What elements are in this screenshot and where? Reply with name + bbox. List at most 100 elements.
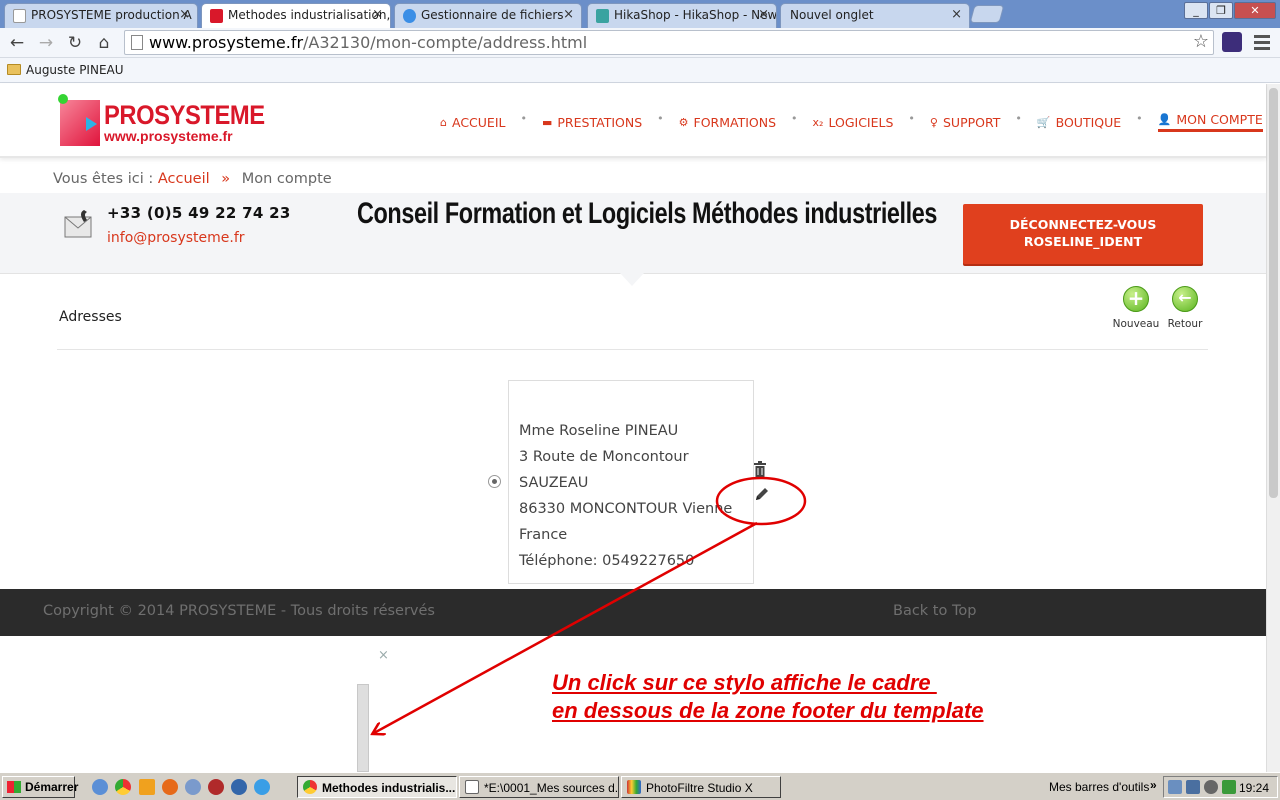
tray-app-icon[interactable]: [1222, 780, 1236, 794]
task-label: Methodes industrialis...: [322, 781, 456, 795]
trash-icon[interactable]: [753, 461, 767, 477]
office-quicklaunch-icon[interactable]: [139, 779, 155, 795]
forward-arrow-icon[interactable]: →: [35, 33, 57, 53]
prosysteme-favicon: [210, 9, 223, 23]
new-address-button[interactable]: + Nouveau: [1111, 286, 1161, 330]
scrollbar-thumb[interactable]: [1269, 88, 1278, 498]
app-quicklaunch-icon[interactable]: [185, 779, 201, 795]
toolbar-expand-icon[interactable]: »: [1150, 778, 1157, 792]
extension-icon[interactable]: [1222, 32, 1242, 52]
os-taskbar: Démarrer Methodes industrialis... *E:\00…: [0, 772, 1280, 800]
back-to-top-link[interactable]: Back to Top: [893, 603, 976, 619]
logout-button[interactable]: DÉCONNECTEZ-VOUS ROSELINE_IDENT: [963, 204, 1203, 264]
close-tab-icon[interactable]: ×: [372, 7, 383, 22]
breadcrumb-separator: »: [221, 171, 231, 187]
taskbar-item-chrome[interactable]: Methodes industrialis...: [297, 776, 457, 798]
pencil-icon[interactable]: [754, 486, 770, 502]
page-info-icon[interactable]: [131, 35, 143, 50]
home-icon: ⌂: [440, 115, 447, 129]
tab-title: HikaShop - HikaShop - New: [614, 8, 777, 22]
reload-icon[interactable]: ↻: [64, 33, 86, 53]
quicklaunch-app-icon[interactable]: [92, 779, 108, 795]
email-link[interactable]: info@prosysteme.fr: [107, 230, 245, 246]
app-quicklaunch-icon[interactable]: [208, 779, 224, 795]
network-icon[interactable]: [1168, 780, 1182, 794]
new-label: Nouveau: [1112, 318, 1160, 330]
media-quicklaunch-icon[interactable]: [231, 779, 247, 795]
page-scrollbar[interactable]: [1266, 84, 1280, 772]
home-page-icon[interactable]: ⌂: [93, 33, 115, 53]
tray-app-icon[interactable]: [1204, 780, 1218, 794]
add-icon: +: [1123, 286, 1149, 312]
banner-notch: [620, 273, 644, 286]
edit-panel-edge: [357, 684, 369, 772]
folder-icon: [7, 64, 21, 75]
nav-accueil[interactable]: ⌂ ACCUEIL: [440, 112, 505, 132]
logo-url: www.prosysteme.fr: [104, 128, 233, 144]
browser-tab-3[interactable]: Gestionnaire de fichiers ×: [394, 3, 582, 28]
logo-dot: [58, 94, 68, 104]
notepad-icon: [465, 780, 479, 794]
system-tray: 19:24: [1163, 776, 1278, 798]
browser-toolbar: ← → ↻ ⌂ www.prosysteme.fr/A32130/mon-com…: [0, 28, 1280, 58]
browser-tab-5[interactable]: Nouvel onglet ×: [780, 3, 970, 28]
page-icon: [13, 9, 26, 23]
nav-separator: •: [1136, 112, 1143, 125]
bookmark-star-icon[interactable]: ☆: [1193, 31, 1209, 52]
phone-number: +33 (0)5 49 22 74 23: [107, 204, 291, 222]
logo-brand: PROSYSTEME: [104, 100, 265, 130]
site-logo[interactable]: PROSYSTEME www.prosysteme.fr: [58, 94, 265, 150]
nav-logiciels[interactable]: x₂ LOGICIELS: [813, 112, 894, 132]
address-name: Mme Roseline PINEAU: [519, 423, 679, 439]
nav-prestations[interactable]: ▬ PRESTATIONS: [542, 112, 642, 132]
photofiltre-icon: [627, 780, 641, 794]
minimize-icon[interactable]: _: [1184, 2, 1208, 19]
start-button[interactable]: Démarrer: [2, 776, 78, 798]
default-address-radio[interactable]: [488, 475, 501, 488]
nav-support[interactable]: ♀ SUPPORT: [930, 112, 1000, 132]
taskbar-item-notepad[interactable]: *E:\0001_Mes sources d...: [459, 776, 619, 798]
contact-banner: +33 (0)5 49 22 74 23 info@prosysteme.fr …: [0, 193, 1266, 274]
chrome-quicklaunch-icon[interactable]: [115, 779, 131, 795]
address-country: France: [519, 527, 568, 543]
logout-label: DÉCONNECTEZ-VOUS: [1009, 217, 1157, 232]
breadcrumb-home-link[interactable]: Accueil: [158, 171, 210, 187]
toolbars-label[interactable]: Mes barres d'outils: [1049, 780, 1149, 794]
panel-close-icon[interactable]: ×: [378, 648, 389, 663]
address-path: /A32130/mon-compte/address.html: [303, 33, 588, 52]
new-tab-button[interactable]: [969, 5, 1005, 23]
bookmarks-bar: Auguste PINEAU: [0, 58, 1280, 83]
close-tab-icon[interactable]: ×: [179, 7, 190, 22]
nav-mon-compte[interactable]: 👤 MON COMPTE: [1157, 112, 1263, 132]
restore-icon[interactable]: ❐: [1209, 2, 1233, 19]
firefox-quicklaunch-icon[interactable]: [162, 779, 178, 795]
bookmark-folder[interactable]: Auguste PINEAU: [7, 63, 124, 77]
nav-boutique[interactable]: 🛒 BOUTIQUE: [1037, 112, 1121, 132]
site-header: PROSYSTEME www.prosysteme.fr ⌂ ACCUEIL • …: [0, 84, 1266, 158]
browser-tab-4[interactable]: HikaShop - HikaShop - New ×: [587, 3, 777, 28]
browser-tab-1[interactable]: PROSYSTEME production A ×: [4, 3, 198, 28]
nav-label: MON COMPTE: [1176, 112, 1263, 127]
close-tab-icon[interactable]: ×: [758, 7, 769, 22]
task-label: *E:\0001_Mes sources d...: [484, 781, 619, 795]
close-tab-icon[interactable]: ×: [563, 7, 574, 22]
browser-tab-strip: PROSYSTEME production A × Methodes indus…: [0, 0, 1280, 29]
browser-tab-2[interactable]: Methodes industrialisation, Ar ×: [201, 3, 391, 29]
network-icon[interactable]: [1186, 780, 1200, 794]
address-bar[interactable]: www.prosysteme.fr/A32130/mon-compte/addr…: [124, 30, 1214, 55]
taskbar-item-photofiltre[interactable]: PhotoFiltre Studio X: [621, 776, 781, 798]
section-divider: [57, 349, 1208, 350]
nav-formations[interactable]: ⚙ FORMATIONS: [679, 112, 776, 132]
logout-username: ROSELINE_IDENT: [1023, 234, 1143, 249]
ie-quicklaunch-icon[interactable]: [254, 779, 270, 795]
close-window-icon[interactable]: ✕: [1234, 2, 1276, 19]
nav-label: LOGICIELS: [828, 114, 894, 130]
address-card: Mme Roseline PINEAU 3 Route de Moncontou…: [508, 380, 754, 584]
back-arrow-icon[interactable]: ←: [6, 33, 28, 53]
tab-title: PROSYSTEME production A: [31, 8, 192, 22]
browser-menu-icon[interactable]: [1254, 32, 1270, 52]
close-tab-icon[interactable]: ×: [951, 7, 962, 22]
back-button[interactable]: ← Retour: [1160, 286, 1210, 330]
back-label: Retour: [1167, 318, 1203, 330]
window-controls: _ ❐ ✕: [1184, 2, 1276, 19]
